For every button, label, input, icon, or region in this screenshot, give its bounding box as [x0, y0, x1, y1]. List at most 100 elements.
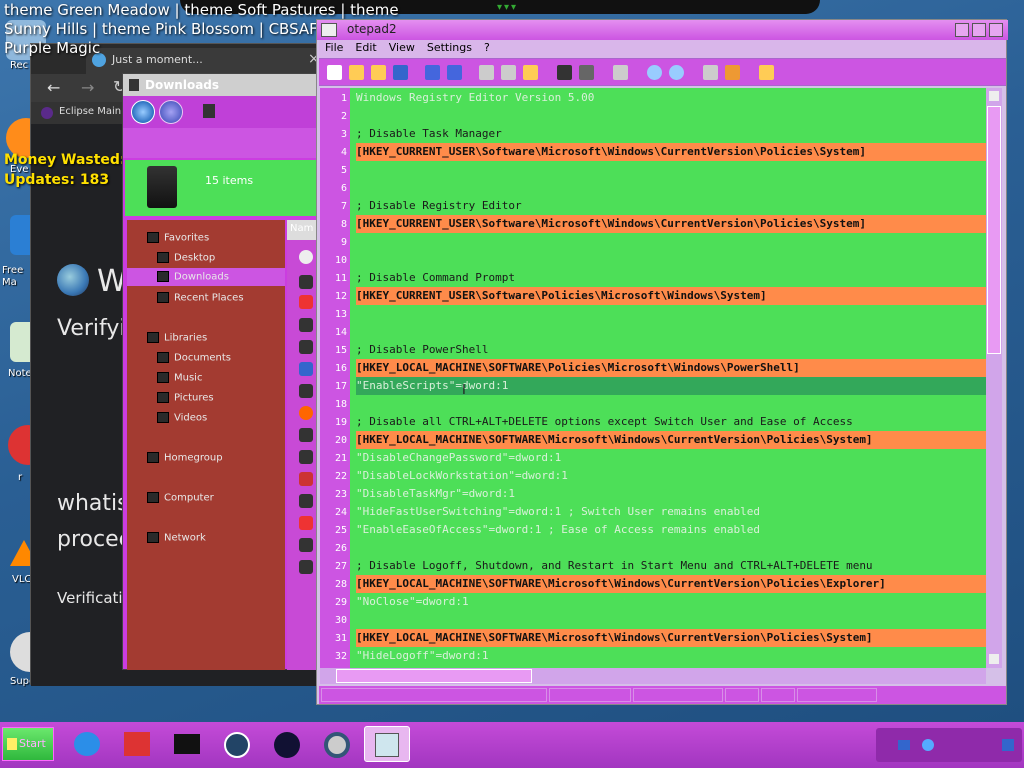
menu-help[interactable]: ? [484, 41, 490, 58]
customize-icon[interactable] [725, 65, 740, 80]
start-button[interactable]: Start [2, 727, 54, 761]
menu-file[interactable]: File [325, 41, 343, 58]
replace-icon[interactable] [579, 65, 594, 80]
vertical-scrollbar[interactable] [986, 88, 1002, 668]
line-number: 25 [334, 525, 347, 536]
file-icon[interactable] [299, 384, 313, 398]
bookmark-eclipse[interactable]: Eclipse Main S [59, 106, 131, 117]
back-arrow-icon[interactable]: ← [47, 78, 60, 97]
horizontal-scroll-thumb[interactable] [336, 669, 532, 683]
nav-favorites[interactable]: Favorites [147, 232, 209, 244]
notepad2-window[interactable]: otepad2 File Edit View Settings ? 123456… [316, 19, 1008, 705]
show-desktop-icon[interactable] [1002, 739, 1014, 751]
line-number: 14 [334, 327, 347, 338]
line-number: 23 [334, 489, 347, 500]
file-icon[interactable] [299, 250, 313, 264]
nav-network[interactable]: Network [147, 532, 206, 544]
file-icon[interactable] [299, 428, 313, 442]
open-folder-icon[interactable] [349, 65, 364, 80]
word-wrap-icon[interactable] [613, 65, 628, 80]
file-icon[interactable] [299, 362, 313, 376]
menu-view[interactable]: View [389, 41, 415, 58]
network-tray-icon[interactable] [898, 740, 910, 750]
code-line: "HideFastUserSwitching"=dword:1 ; Switch… [356, 505, 760, 518]
code-line: ; Disable Registry Editor [356, 199, 522, 212]
verification-text: Verificatio [57, 589, 132, 607]
taskbar-ie[interactable] [64, 726, 110, 762]
scheme-icon[interactable] [703, 65, 718, 80]
file-icon[interactable] [299, 318, 313, 332]
line-number: 22 [334, 471, 347, 482]
downloads-explorer-window[interactable]: Downloads 15 items Favorites Desktop Dow… [122, 73, 323, 670]
videos-icon [157, 412, 169, 423]
file-icon[interactable] [299, 406, 313, 420]
close-icon[interactable] [989, 23, 1003, 37]
menu-edit[interactable]: Edit [355, 41, 376, 58]
vertical-scroll-thumb[interactable] [987, 106, 1001, 354]
line-number: 2 [340, 111, 347, 122]
libraries-icon [147, 332, 159, 343]
copy-icon[interactable] [501, 65, 516, 80]
chrome-icon [324, 732, 350, 758]
taskbar-notepad[interactable] [364, 726, 410, 762]
back-button-icon[interactable] [131, 100, 155, 124]
forward-arrow-icon[interactable]: → [81, 78, 94, 97]
code-line: "DisableTaskMgr"=dword:1 [356, 487, 515, 500]
file-icon[interactable] [299, 295, 313, 309]
browse-icon[interactable] [371, 65, 386, 80]
homegroup-icon [147, 452, 159, 463]
menu-settings[interactable]: Settings [427, 41, 472, 58]
nav-recent-places[interactable]: Recent Places [157, 292, 244, 304]
line-number: 7 [340, 201, 347, 212]
nav-music[interactable]: Music [157, 372, 202, 384]
file-icon[interactable] [299, 560, 313, 574]
horizontal-scrollbar[interactable] [320, 668, 986, 684]
file-icon[interactable] [299, 516, 313, 530]
code-line: "EnableScripts"=dword:1 [356, 377, 986, 395]
text-editor[interactable]: "HideLogoff"=dword:1 [HKEY_LOCAL_MACHINE\… [350, 88, 986, 668]
taskbar-media-player[interactable] [214, 726, 260, 762]
favorites-icon[interactable] [759, 65, 774, 80]
nav-computer[interactable]: Computer [147, 492, 214, 504]
nav-downloads[interactable]: Downloads [127, 268, 285, 286]
taskbar-dark-globe[interactable] [264, 726, 310, 762]
code-line: "EnableEaseOfAccess"=dword:1 ; Ease of A… [356, 523, 760, 536]
new-file-icon[interactable] [327, 65, 342, 80]
desktop-icon-label: Free Ma [2, 265, 24, 288]
undo-icon[interactable] [425, 65, 440, 80]
code-line: ; Disable PowerShell [356, 343, 489, 356]
paste-icon[interactable] [523, 65, 538, 80]
nav-desktop[interactable]: Desktop [157, 252, 215, 264]
nav-documents[interactable]: Documents [157, 352, 231, 364]
nav-libraries[interactable]: Libraries [147, 332, 207, 344]
cut-icon[interactable] [479, 65, 494, 80]
scroll-up-icon[interactable] [989, 91, 999, 101]
file-icon[interactable] [299, 472, 313, 486]
nav-pictures[interactable]: Pictures [157, 392, 214, 404]
status-segment [797, 688, 877, 702]
save-icon[interactable] [393, 65, 408, 80]
nav-homegroup[interactable]: Homegroup [147, 452, 223, 464]
file-icon[interactable] [299, 494, 313, 508]
volume-tray-icon[interactable] [922, 739, 934, 751]
taskbar-fox[interactable] [114, 726, 160, 762]
redo-icon[interactable] [447, 65, 462, 80]
taskbar-chrome[interactable] [314, 726, 360, 762]
file-icon[interactable] [299, 275, 313, 289]
maximize-icon[interactable] [972, 23, 986, 37]
nav-videos[interactable]: Videos [157, 412, 207, 424]
zoom-in-icon[interactable] [647, 65, 662, 80]
minimize-icon[interactable] [955, 23, 969, 37]
zoom-out-icon[interactable] [669, 65, 684, 80]
scroll-down-icon[interactable] [989, 654, 999, 664]
taskbar-black-box[interactable] [164, 726, 210, 762]
find-icon[interactable] [557, 65, 572, 80]
file-icon[interactable] [299, 450, 313, 464]
file-icon[interactable] [299, 340, 313, 354]
file-icon[interactable] [299, 538, 313, 552]
forward-button-icon[interactable] [159, 100, 183, 124]
folder-icon [129, 79, 139, 91]
